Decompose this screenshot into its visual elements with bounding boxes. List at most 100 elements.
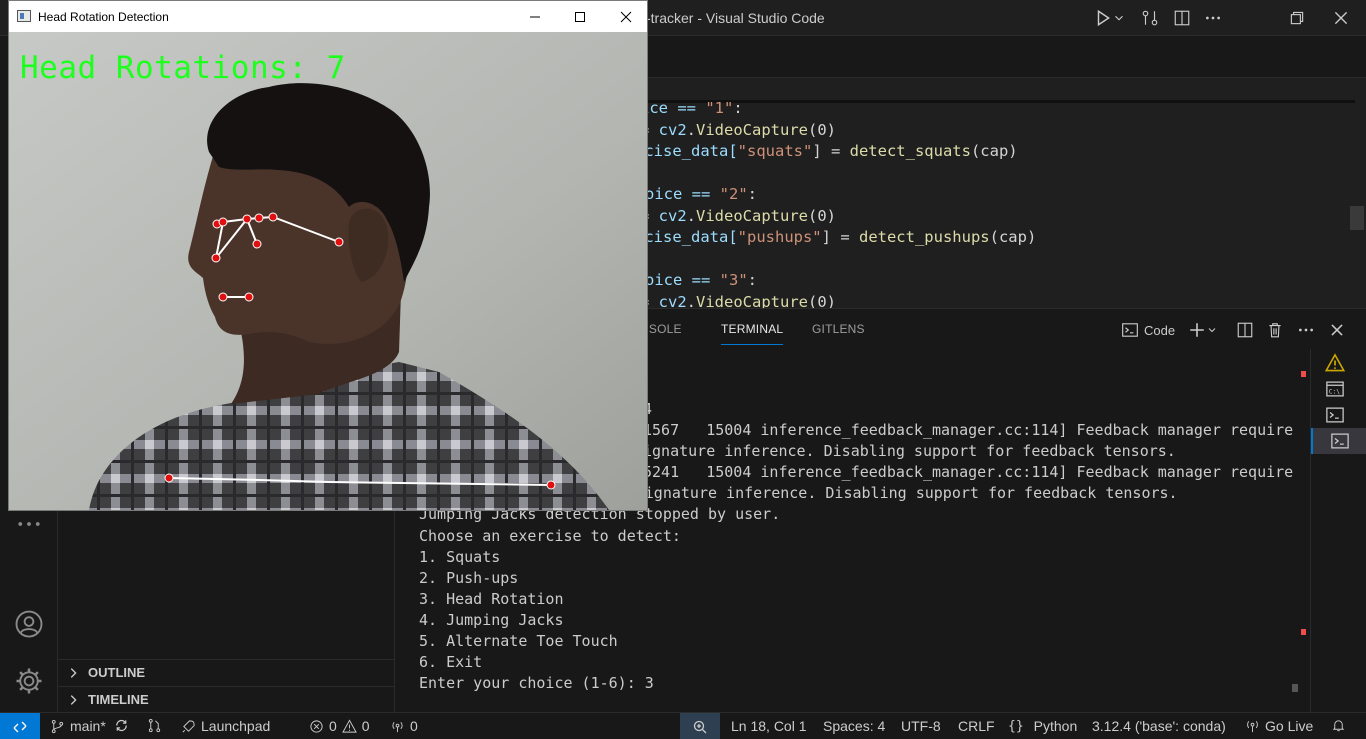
- code-token: (cap): [970, 142, 1018, 160]
- split-terminal-button[interactable]: [1236, 320, 1254, 340]
- outline-label: OUTLINE: [88, 665, 146, 680]
- notifications-bell-icon[interactable]: [1331, 718, 1346, 733]
- kill-terminal-button[interactable]: [1266, 320, 1284, 340]
- problems-item[interactable]: 0 0: [309, 718, 370, 734]
- terminal-icon-selected[interactable]: [1311, 428, 1366, 454]
- warning-icon: [341, 718, 357, 733]
- minimize-icon: [530, 16, 540, 17]
- zoom-item[interactable]: [680, 713, 720, 739]
- terminal-profile-button[interactable]: Code: [1121, 320, 1175, 340]
- launchpad-item[interactable]: Launchpad: [181, 718, 270, 734]
- warning-icon[interactable]: [1321, 350, 1349, 376]
- rocket-icon: [182, 719, 195, 732]
- scroll-marker: [1292, 684, 1298, 692]
- broadcast-icon: [1247, 720, 1258, 732]
- restore-window-icon[interactable]: [1286, 7, 1308, 29]
- encoding[interactable]: UTF-8: [901, 718, 941, 734]
- chevron-down-icon[interactable]: [1112, 7, 1126, 29]
- code-token: rcise_data[: [635, 228, 738, 246]
- remote-indicator[interactable]: [0, 713, 40, 739]
- ports-item[interactable]: 0: [390, 718, 418, 734]
- code-token: .: [686, 120, 697, 139]
- tab-gitlens[interactable]: GITLENS: [812, 322, 865, 336]
- run-icon[interactable]: [1092, 7, 1114, 29]
- close-icon: [620, 11, 632, 22]
- branch-item[interactable]: main*: [50, 718, 106, 734]
- maximize-button[interactable]: [557, 1, 603, 32]
- line-ending[interactable]: CRLF: [958, 718, 995, 734]
- launchpad-label: Launchpad: [201, 718, 271, 734]
- terminal-icon[interactable]: [1321, 402, 1349, 428]
- indentation-label: Spaces: 4: [823, 718, 886, 734]
- terminal-scrollbar[interactable]: [1292, 349, 1306, 713]
- tab-terminal[interactable]: TERMINAL: [721, 322, 784, 345]
- app-window-icon: [17, 10, 31, 22]
- timeline-section[interactable]: TIMELINE: [58, 686, 395, 712]
- chevron-down-icon: [1208, 328, 1216, 333]
- timeline-label: TIMELINE: [88, 692, 149, 707]
- indentation[interactable]: Spaces: 4: [823, 718, 885, 734]
- sync-icon[interactable]: [114, 718, 129, 733]
- panel-more-button[interactable]: [1297, 320, 1315, 340]
- cursor-position[interactable]: Ln 18, Col 1: [731, 718, 807, 734]
- code-token: VideoCapture: [696, 292, 808, 309]
- encoding-label: UTF-8: [901, 718, 941, 734]
- code-token: :: [733, 99, 743, 117]
- code-token: cv2: [658, 120, 687, 139]
- terminal-line: 4. Jumping Jacks: [419, 610, 564, 629]
- code-token: "pushups": [737, 228, 822, 246]
- scroll-error-marker: [1301, 629, 1306, 635]
- pull-request-icon[interactable]: [147, 718, 162, 733]
- head-rotation-window[interactable]: Head Rotation Detection Head Rotations: …: [8, 0, 648, 511]
- code-token: "1": [705, 99, 734, 117]
- python-interpreter[interactable]: 3.12.4 ('base': conda): [1092, 718, 1226, 734]
- cv-window-titlebar[interactable]: Head Rotation Detection: [9, 1, 647, 32]
- braces-icon: {}: [1008, 718, 1024, 734]
- warning-count: 0: [361, 718, 370, 734]
- cv-window-title: Head Rotation Detection: [38, 10, 169, 24]
- code-token: oice ==: [645, 271, 720, 289]
- code-token: "3": [719, 271, 748, 289]
- chevron-right-icon: [70, 667, 77, 678]
- code-token: (0): [808, 206, 836, 225]
- head-rotation-counter: Head Rotations: 7: [20, 50, 346, 86]
- new-terminal-button[interactable]: [1188, 320, 1218, 340]
- terminal-line: 5. Alternate Toe Touch: [419, 632, 618, 651]
- close-panel-button[interactable]: [1328, 320, 1346, 340]
- code-token: ] =: [812, 142, 850, 160]
- cursor-position-label: Ln 18, Col 1: [731, 718, 807, 734]
- ports-count: 0: [410, 718, 418, 734]
- compare-icon[interactable]: [1139, 7, 1161, 29]
- remote-icon: [13, 721, 27, 732]
- code-token: .: [686, 206, 697, 225]
- language-mode[interactable]: {} Python: [1008, 718, 1077, 734]
- settings-gear-icon[interactable]: [13, 665, 45, 697]
- terminal-line: 1. Squats: [419, 547, 501, 566]
- terminal-line: 2. Push-ups: [419, 568, 519, 587]
- code-token: VideoCapture: [696, 206, 808, 225]
- code-token: detect_pushups: [858, 228, 990, 246]
- trash-icon: [1269, 323, 1281, 338]
- go-live-label: Go Live: [1265, 718, 1314, 734]
- error-count: 0: [329, 718, 337, 734]
- editor-scrollbar-thumb[interactable]: [1350, 206, 1364, 230]
- camera-frame: Head Rotations: 7: [9, 32, 647, 510]
- line-ending-label: CRLF: [958, 718, 995, 734]
- code-token: ] =: [821, 228, 859, 246]
- account-icon[interactable]: [13, 608, 45, 640]
- more-actions-icon[interactable]: [1202, 7, 1224, 29]
- cmd-terminal-icon[interactable]: C:\: [1321, 376, 1349, 402]
- outline-section[interactable]: OUTLINE: [58, 659, 395, 685]
- close-window-icon[interactable]: [1330, 7, 1352, 29]
- chevron-right-icon: [70, 694, 77, 705]
- broadcast-icon: [392, 721, 403, 732]
- interpreter-label: 3.12.4 ('base': conda): [1092, 718, 1226, 734]
- terminal-line: 3. Head Rotation: [419, 589, 564, 608]
- more-views-icon[interactable]: [13, 508, 45, 540]
- close-button[interactable]: [603, 1, 649, 32]
- code-token: VideoCapture: [696, 120, 808, 139]
- minimize-button[interactable]: [512, 1, 558, 32]
- go-live-button[interactable]: Go Live: [1245, 718, 1313, 734]
- split-editor-icon[interactable]: [1171, 7, 1193, 29]
- zoom-icon: [693, 720, 707, 733]
